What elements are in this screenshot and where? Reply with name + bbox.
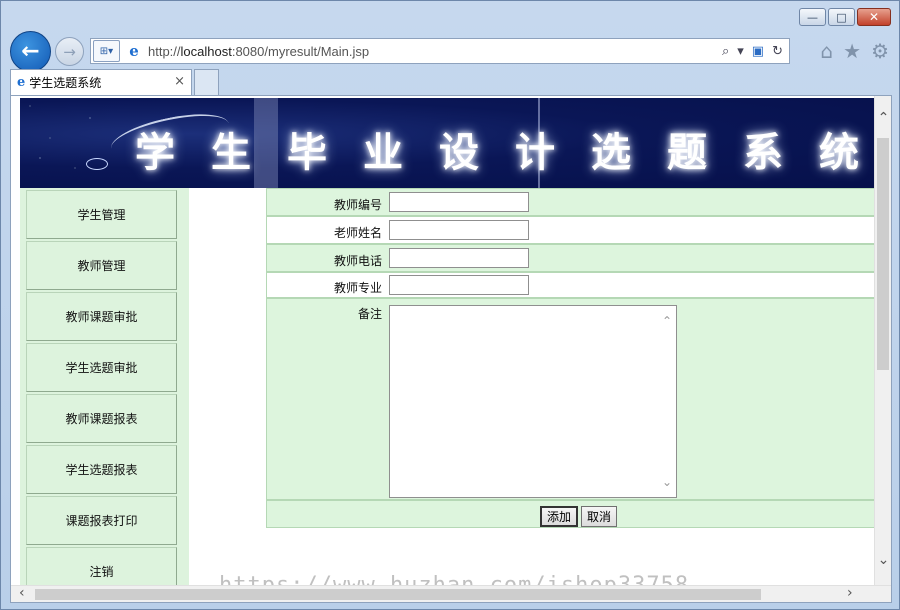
compatibility-view-button[interactable]: ⊞▾ (93, 40, 120, 62)
menu-item-topic-report-print[interactable]: 课题报表打印 (26, 496, 177, 545)
menu-item-teacher-topic-approval[interactable]: 教师课题审批 (26, 292, 177, 341)
browser-tab[interactable]: e 学生选题系统 × (10, 69, 192, 95)
tab-close-icon[interactable]: × (174, 74, 185, 89)
back-arrow-icon: ← (21, 39, 40, 64)
page-viewport: 学生毕业设计选题系统 学生管理 教师管理 教师课题审批 学生选题审批 教师课题报… (10, 95, 892, 603)
settings-gear-icon[interactable]: ⚙ (871, 39, 889, 63)
url-path: :8080/myresult/Main.jsp (231, 43, 370, 59)
scroll-up-icon[interactable]: ⌃ (875, 110, 891, 126)
remark-label: 备注 (357, 307, 382, 321)
teacher-major-label: 教师专业 (333, 281, 382, 295)
menu-item-student-selection-approval[interactable]: 学生选题审批 (26, 343, 177, 392)
teacher-phone-input[interactable] (389, 248, 529, 268)
minimize-icon: — (807, 10, 818, 24)
minimize-button[interactable]: — (799, 8, 826, 26)
form-row-teacher-id: 教师编号 (266, 188, 876, 216)
tab-ie-icon: e (17, 75, 26, 90)
remark-textarea[interactable]: ⌃ ⌄ (389, 305, 677, 498)
teacher-name-label: 老师姓名 (333, 226, 382, 240)
refresh-icon[interactable]: ↻ (772, 44, 783, 59)
back-button[interactable]: ← (10, 31, 51, 72)
chevron-up-icon: ⌃ (661, 314, 673, 328)
search-icon[interactable]: ⌕ (722, 44, 729, 59)
ie-page-icon: e (129, 42, 139, 60)
url-host: localhost (180, 43, 232, 59)
chevron-down-icon: ⌄ (661, 475, 673, 489)
horizontal-scroll-thumb[interactable] (35, 589, 761, 600)
forward-button[interactable]: → (55, 37, 84, 66)
address-bar[interactable]: ⊞▾ e http://localhost:8080/myresult/Main… (90, 38, 790, 64)
form-row-teacher-phone: 教师电话 (266, 244, 876, 272)
maximize-button[interactable]: □ (828, 8, 855, 26)
address-tools: ⌕ ▾ ▣ ↻ (722, 39, 783, 63)
browser-window: — □ ✕ ← → ⊞▾ e http://localhost:8080/myr… (0, 0, 900, 610)
horizontal-scrollbar[interactable]: ‹ › (11, 585, 891, 602)
cancel-button[interactable]: 取消 (581, 506, 618, 527)
menu-item-teacher-management[interactable]: 教师管理 (26, 241, 177, 290)
menu-item-student-management[interactable]: 学生管理 (26, 190, 177, 239)
home-icon[interactable]: ⌂ (820, 39, 833, 63)
teacher-phone-label: 教师电话 (333, 254, 382, 268)
form-row-remark: 备注 ⌃ ⌄ (266, 298, 876, 500)
picture-icon[interactable]: ▣ (752, 44, 764, 59)
teacher-id-input[interactable] (389, 192, 529, 212)
menu-item-student-selection-report[interactable]: 学生选题报表 (26, 445, 177, 494)
left-menu: 学生管理 教师管理 教师课题审批 学生选题审批 教师课题报表 学生选题报表 课题… (20, 188, 189, 602)
teacher-major-input[interactable] (389, 275, 529, 295)
teacher-name-input[interactable] (389, 220, 529, 240)
url-prefix: http:// (148, 43, 181, 59)
close-window-button[interactable]: ✕ (857, 8, 891, 26)
textarea-scrollbar[interactable]: ⌃ ⌄ (662, 314, 672, 489)
menu-item-teacher-topic-report[interactable]: 教师课题报表 (26, 394, 177, 443)
banner-title: 学生毕业设计选题系统 (135, 129, 875, 176)
banner-ring (86, 158, 108, 170)
teacher-id-label: 教师编号 (333, 198, 382, 212)
new-tab-button[interactable] (194, 69, 219, 95)
browser-toolbar: ⌂ ★ ⚙ (820, 39, 889, 63)
close-icon: ✕ (868, 10, 880, 24)
scroll-right-icon[interactable]: › (847, 585, 853, 601)
favorites-icon[interactable]: ★ (843, 39, 861, 63)
vertical-scrollbar[interactable]: ⌃ ⌄ (874, 96, 891, 586)
scroll-down-icon[interactable]: ⌄ (875, 552, 891, 568)
tab-title: 学生选题系统 (29, 76, 102, 90)
dropdown-icon[interactable]: ▾ (737, 44, 744, 59)
window-controls: — □ ✕ (799, 8, 891, 26)
form-row-teacher-major: 教师专业 (266, 272, 876, 298)
site-banner: 学生毕业设计选题系统 (20, 98, 875, 188)
forward-arrow-icon: → (63, 42, 76, 61)
form-row-actions: 添加 取消 (266, 500, 876, 528)
add-button[interactable]: 添加 (540, 506, 579, 527)
compat-icon: ⊞▾ (99, 45, 114, 57)
maximize-icon: □ (836, 10, 847, 24)
url-text[interactable]: http://localhost:8080/myresult/Main.jsp (148, 44, 369, 59)
vertical-scroll-thumb[interactable] (877, 138, 889, 370)
scroll-left-icon[interactable]: ‹ (19, 585, 25, 601)
form-row-teacher-name: 老师姓名 (266, 216, 876, 244)
